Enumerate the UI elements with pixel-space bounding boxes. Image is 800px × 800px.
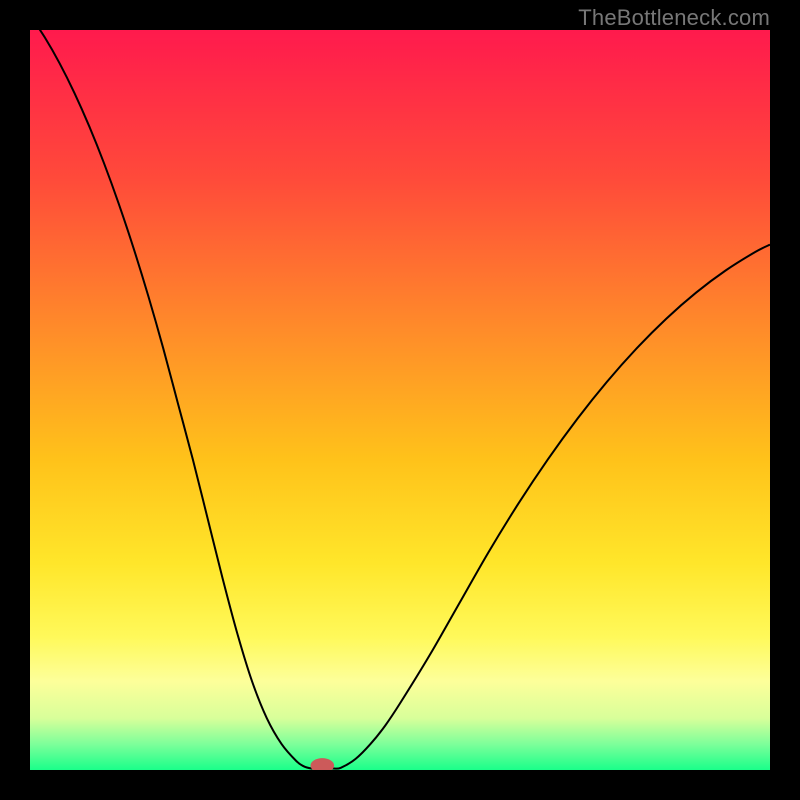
gradient-background bbox=[30, 30, 770, 770]
watermark-text: TheBottleneck.com bbox=[578, 5, 770, 31]
plot-area bbox=[30, 30, 770, 770]
chart-svg bbox=[30, 30, 770, 770]
chart-frame: TheBottleneck.com bbox=[0, 0, 800, 800]
